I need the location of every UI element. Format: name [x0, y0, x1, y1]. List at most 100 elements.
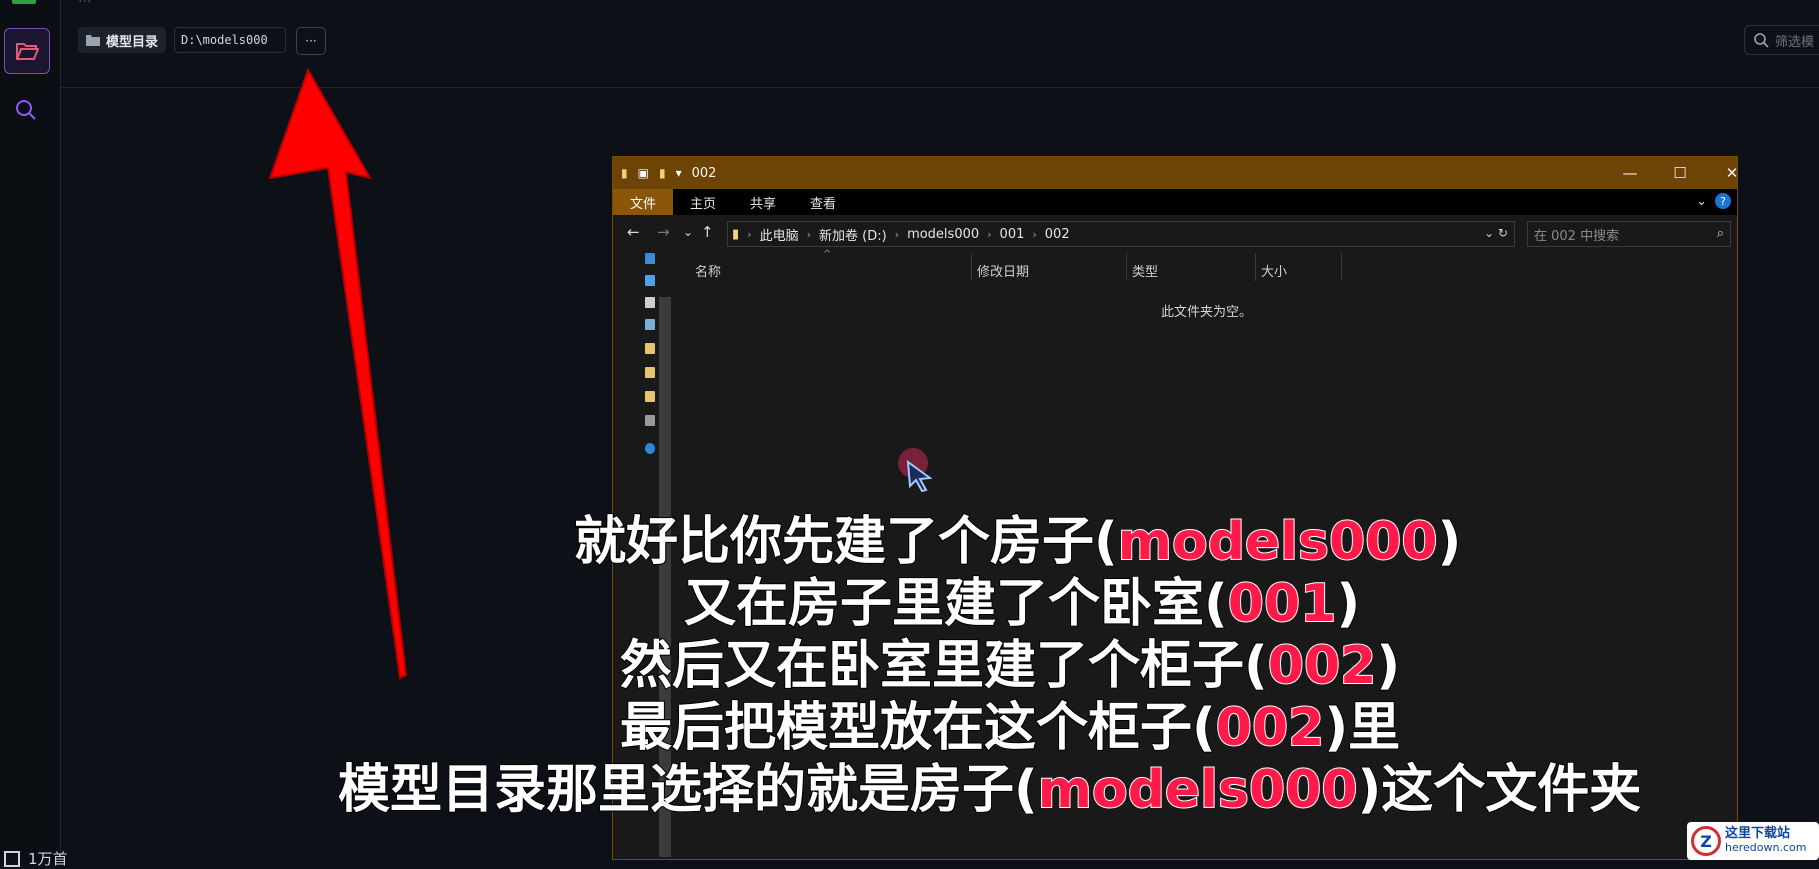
site-watermark: Z 这里下载站 heredown.com — [1687, 822, 1819, 860]
up-arrow-icon[interactable]: ↑ — [701, 223, 714, 241]
folder-icon[interactable] — [645, 367, 655, 378]
watermark-en: heredown.com — [1725, 841, 1807, 854]
browse-more-button[interactable]: ··· — [296, 27, 326, 55]
subtitle-text: 又在房子里建了个卧室( — [683, 573, 1229, 635]
documents-icon[interactable] — [645, 297, 655, 308]
top-breadcrumb: ... — [78, 0, 91, 6]
help-icon[interactable]: ? — [1715, 193, 1731, 209]
column-divider[interactable] — [1126, 253, 1127, 281]
subtitle-highlight: 002 — [1267, 635, 1378, 697]
close-icon: ✕ — [1725, 164, 1739, 182]
folder-icon: ▮ — [732, 226, 740, 242]
folder-nav-button[interactable] — [4, 28, 50, 74]
checkbox-icon[interactable] — [4, 850, 20, 867]
address-bar[interactable]: ▮ › 此电脑 › 新加卷 (D:) › models000 › 001 › 0… — [727, 221, 1515, 247]
subtitle-line-3: 然后又在卧室里建了个柜子(002) — [619, 635, 1401, 697]
column-size[interactable]: 大小 — [1261, 261, 1287, 280]
subtitle-text: ) — [1375, 635, 1401, 697]
subtitle-line-4: 最后把模型放在这个柜子(002)里 — [619, 697, 1401, 759]
chevron-right-icon[interactable]: › — [895, 228, 899, 241]
filter-placeholder: 筛选模 — [1775, 34, 1815, 50]
address-segment[interactable]: 新加卷 (D:) — [819, 225, 887, 244]
drive-icon[interactable] — [645, 415, 655, 426]
subtitle-text: 然后又在卧室里建了个柜子( — [619, 635, 1269, 697]
maximize-button[interactable]: ☐ — [1655, 157, 1705, 189]
minimize-icon: — — [1622, 164, 1638, 182]
recent-locations-icon[interactable]: ⌄ — [683, 225, 693, 239]
mouse-cursor-icon — [906, 460, 932, 492]
back-arrow-icon[interactable]: ← — [627, 223, 640, 241]
chevron-right-icon[interactable]: › — [1032, 228, 1036, 241]
red-arrow-annotation — [268, 67, 408, 680]
tab-share[interactable]: 共享 — [733, 189, 793, 215]
ribbon-tabs: 文件 主页 共享 查看 ⌄ ? — [613, 189, 1737, 215]
ribbon-expand-icon[interactable]: ⌄ — [1696, 194, 1707, 209]
minimize-button[interactable]: — — [1605, 157, 1655, 189]
quick-access-icon[interactable] — [645, 253, 655, 264]
subtitle-highlight: 001 — [1227, 573, 1338, 635]
quick-access-dropdown-icon[interactable]: ▾ — [676, 166, 682, 180]
folder-icon[interactable] — [645, 391, 655, 402]
subtitle-line-1: 就好比你先建了个房子(models000) — [573, 511, 1463, 573]
model-dir-label-text: 模型目录 — [106, 34, 159, 50]
column-divider[interactable] — [971, 253, 972, 281]
model-dir-label: 模型目录 — [78, 27, 167, 53]
tab-home[interactable]: 主页 — [673, 189, 733, 215]
address-segment[interactable]: 001 — [1000, 227, 1025, 242]
properties-icon[interactable]: ▣ — [638, 166, 649, 180]
window-title: 002 — [691, 165, 717, 181]
watermark-cn: 这里下载站 — [1725, 826, 1791, 841]
chevron-right-icon[interactable]: › — [747, 228, 751, 241]
forward-arrow-icon[interactable]: → — [657, 223, 670, 241]
search-icon: ⌕ — [1716, 226, 1724, 241]
folder-open-icon — [15, 43, 39, 60]
subtitle-text: ) — [1335, 573, 1361, 635]
downloads-icon[interactable] — [645, 275, 655, 286]
chevron-right-icon[interactable]: › — [987, 228, 991, 241]
search-icon — [16, 100, 36, 120]
folder-icon: ▮ — [621, 166, 628, 180]
filter-input[interactable]: 筛选模 — [1744, 25, 1819, 55]
column-divider[interactable] — [1255, 253, 1256, 281]
sort-caret-icon: ^ — [823, 249, 832, 260]
column-modified[interactable]: 修改日期 — [977, 261, 1029, 280]
address-segment[interactable]: 002 — [1045, 227, 1070, 242]
onedrive-icon[interactable] — [645, 443, 655, 454]
folder-icon — [86, 35, 100, 46]
column-divider[interactable] — [1341, 253, 1342, 281]
folder-icon[interactable] — [645, 343, 655, 354]
chevron-right-icon[interactable]: › — [807, 228, 811, 241]
tab-view[interactable]: 查看 — [793, 189, 853, 215]
subtitle-text: ) — [1437, 511, 1463, 573]
new-folder-icon[interactable]: ▮ — [659, 166, 666, 180]
close-button[interactable]: ✕ — [1707, 157, 1757, 189]
rail-top-indicator — [12, 0, 36, 4]
bottom-status-text: 1万首 — [28, 850, 68, 868]
subtitle-line-5: 模型目录那里选择的就是房子(models000)这个文件夹 — [337, 759, 1643, 821]
subtitle-text: 最后把模型放在这个柜子( — [619, 697, 1217, 759]
subtitle-line-2: 又在房子里建了个卧室(001) — [683, 573, 1361, 635]
watermark-logo-icon: Z — [1691, 826, 1721, 856]
model-dir-input[interactable] — [174, 27, 286, 53]
search-nav-button[interactable] — [4, 88, 48, 132]
pictures-icon[interactable] — [645, 319, 655, 330]
column-name[interactable]: 名称 — [695, 261, 721, 280]
address-segment[interactable]: 此电脑 — [760, 225, 799, 244]
subtitle-text: 就好比你先建了个房子( — [573, 511, 1119, 573]
refresh-icon[interactable]: ⌄ ↻ — [1484, 226, 1508, 240]
search-icon — [1754, 33, 1769, 48]
explorer-titlebar: ▮ ▣ ▮ ▾ 002 — ☐ ✕ — [613, 157, 1738, 189]
subtitle-highlight: 002 — [1215, 697, 1326, 759]
subtitle-text: 模型目录那里选择的就是房子( — [337, 759, 1039, 821]
subtitle-highlight: models000 — [1117, 511, 1439, 573]
empty-folder-message: 此文件夹为空。 — [1161, 305, 1253, 320]
subtitle-text: )里 — [1323, 697, 1401, 759]
search-placeholder: 在 002 中搜索 — [1534, 228, 1620, 244]
tab-file[interactable]: 文件 — [613, 189, 674, 215]
subtitle-highlight: models000 — [1037, 759, 1359, 821]
app-left-rail — [0, 0, 61, 860]
explorer-search-input[interactable]: 在 002 中搜索 ⌕ — [1527, 221, 1731, 247]
address-segment[interactable]: models000 — [907, 227, 979, 242]
column-type[interactable]: 类型 — [1132, 261, 1158, 280]
subtitle-text: )这个文件夹 — [1357, 759, 1643, 821]
